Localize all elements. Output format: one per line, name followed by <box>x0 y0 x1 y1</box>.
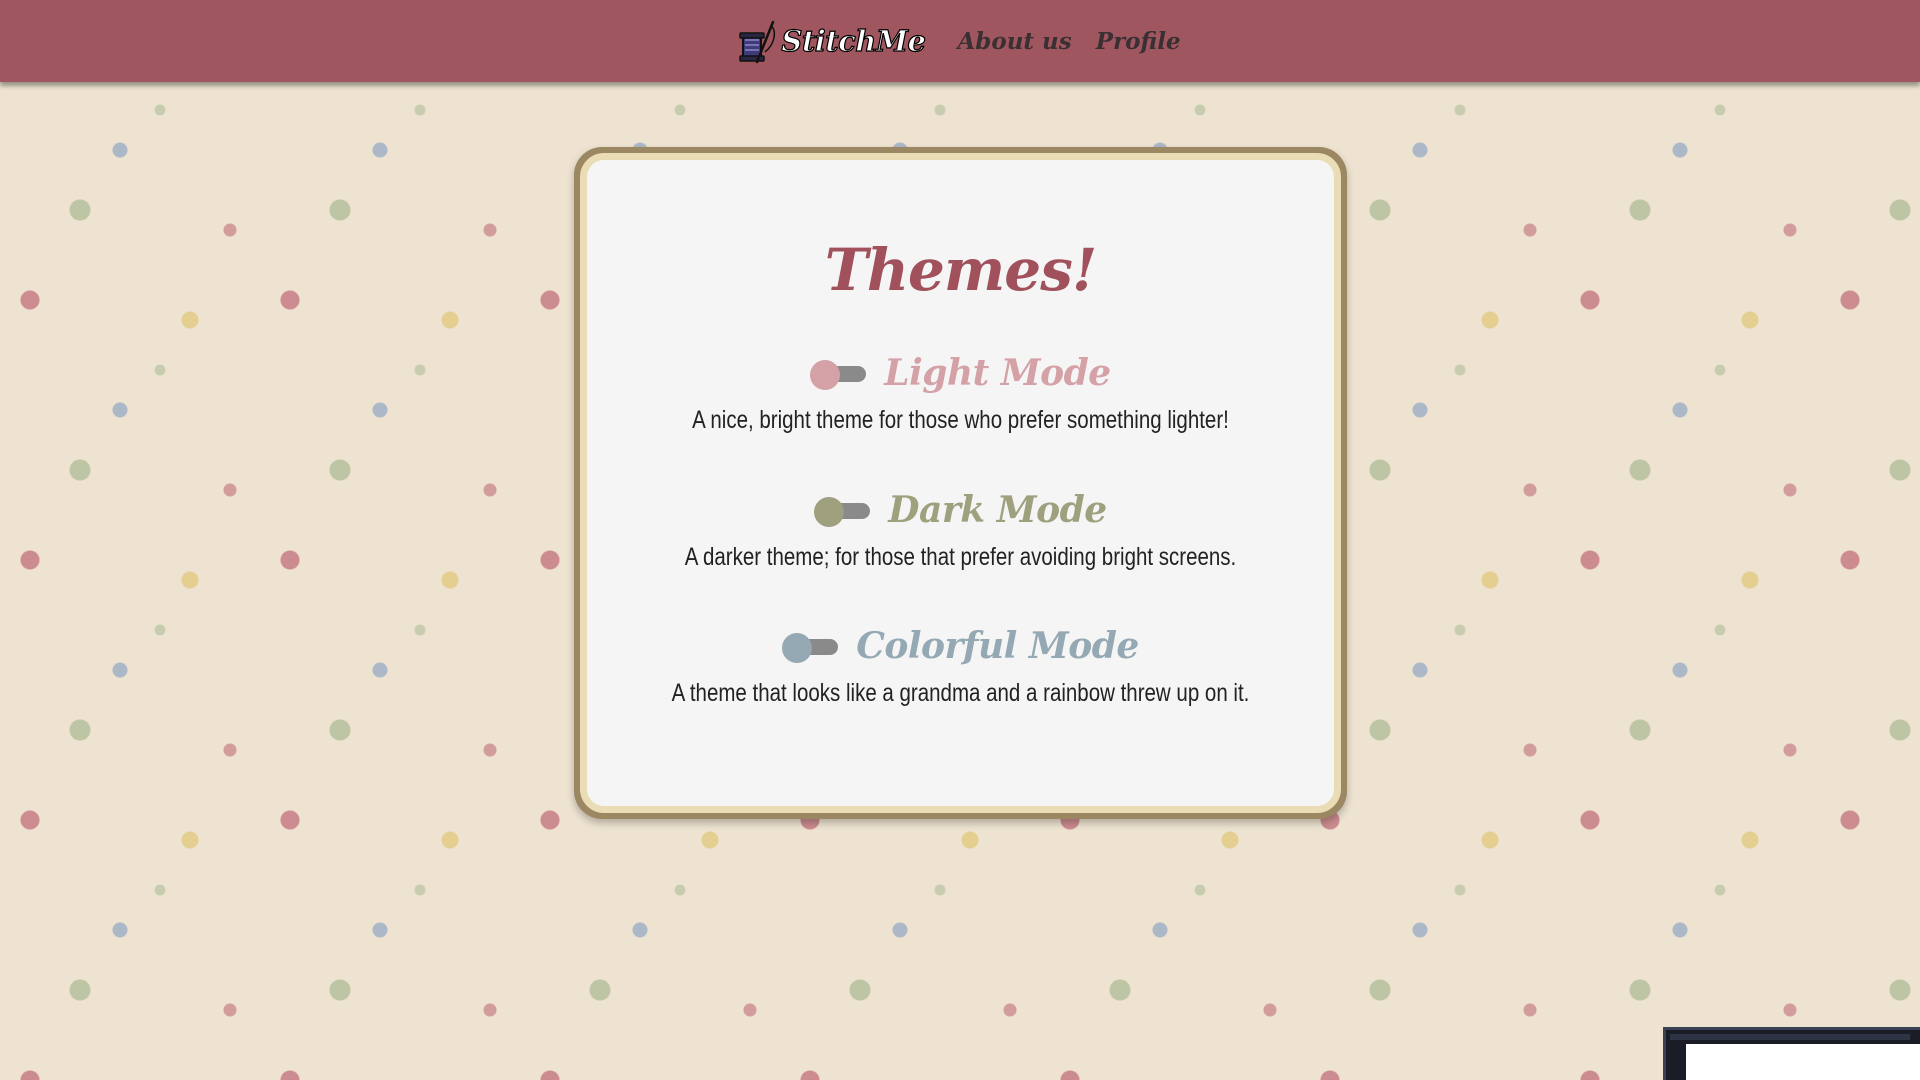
brand-name: StitchMe <box>781 23 927 58</box>
thread-spool-needle-icon <box>739 20 776 64</box>
dark-mode-description: A darker theme; for those that prefer av… <box>684 543 1237 571</box>
nav-profile-link[interactable]: Profile <box>1096 28 1181 55</box>
theme-option-dark: Dark Mode <box>587 489 1334 531</box>
nav-about-us-link[interactable]: About us <box>957 28 1071 55</box>
navbar: StitchMe About us Profile <box>0 0 1920 82</box>
theme-option-colorful: Colorful Mode <box>587 625 1334 667</box>
toggle-knob <box>810 360 841 390</box>
colorful-mode-toggle[interactable] <box>782 631 840 663</box>
dark-mode-toggle[interactable] <box>814 495 872 527</box>
light-mode-description: A nice, bright theme for those who prefe… <box>692 406 1229 434</box>
window-preview-thumbnail[interactable] <box>1663 1027 1920 1080</box>
themes-card: Themes! Light Mode A nice, bright theme … <box>574 147 1347 819</box>
colorful-mode-description: A theme that looks like a grandma and a … <box>671 679 1250 707</box>
light-mode-label: Light Mode <box>884 352 1111 394</box>
toggle-knob <box>782 633 813 663</box>
nav-links: StitchMe About us Profile <box>733 18 1181 64</box>
themes-card-body: Themes! Light Mode A nice, bright theme … <box>580 153 1341 813</box>
light-mode-toggle[interactable] <box>810 358 868 390</box>
preview-titlebar <box>1670 1034 1910 1040</box>
preview-pane <box>1686 1044 1920 1080</box>
brand-home-link[interactable]: StitchMe <box>733 18 927 64</box>
colorful-mode-label: Colorful Mode <box>856 625 1139 667</box>
toggle-knob <box>814 497 845 527</box>
theme-option-light: Light Mode <box>587 352 1334 394</box>
dark-mode-label: Dark Mode <box>888 489 1107 531</box>
themes-title: Themes! <box>824 236 1098 304</box>
